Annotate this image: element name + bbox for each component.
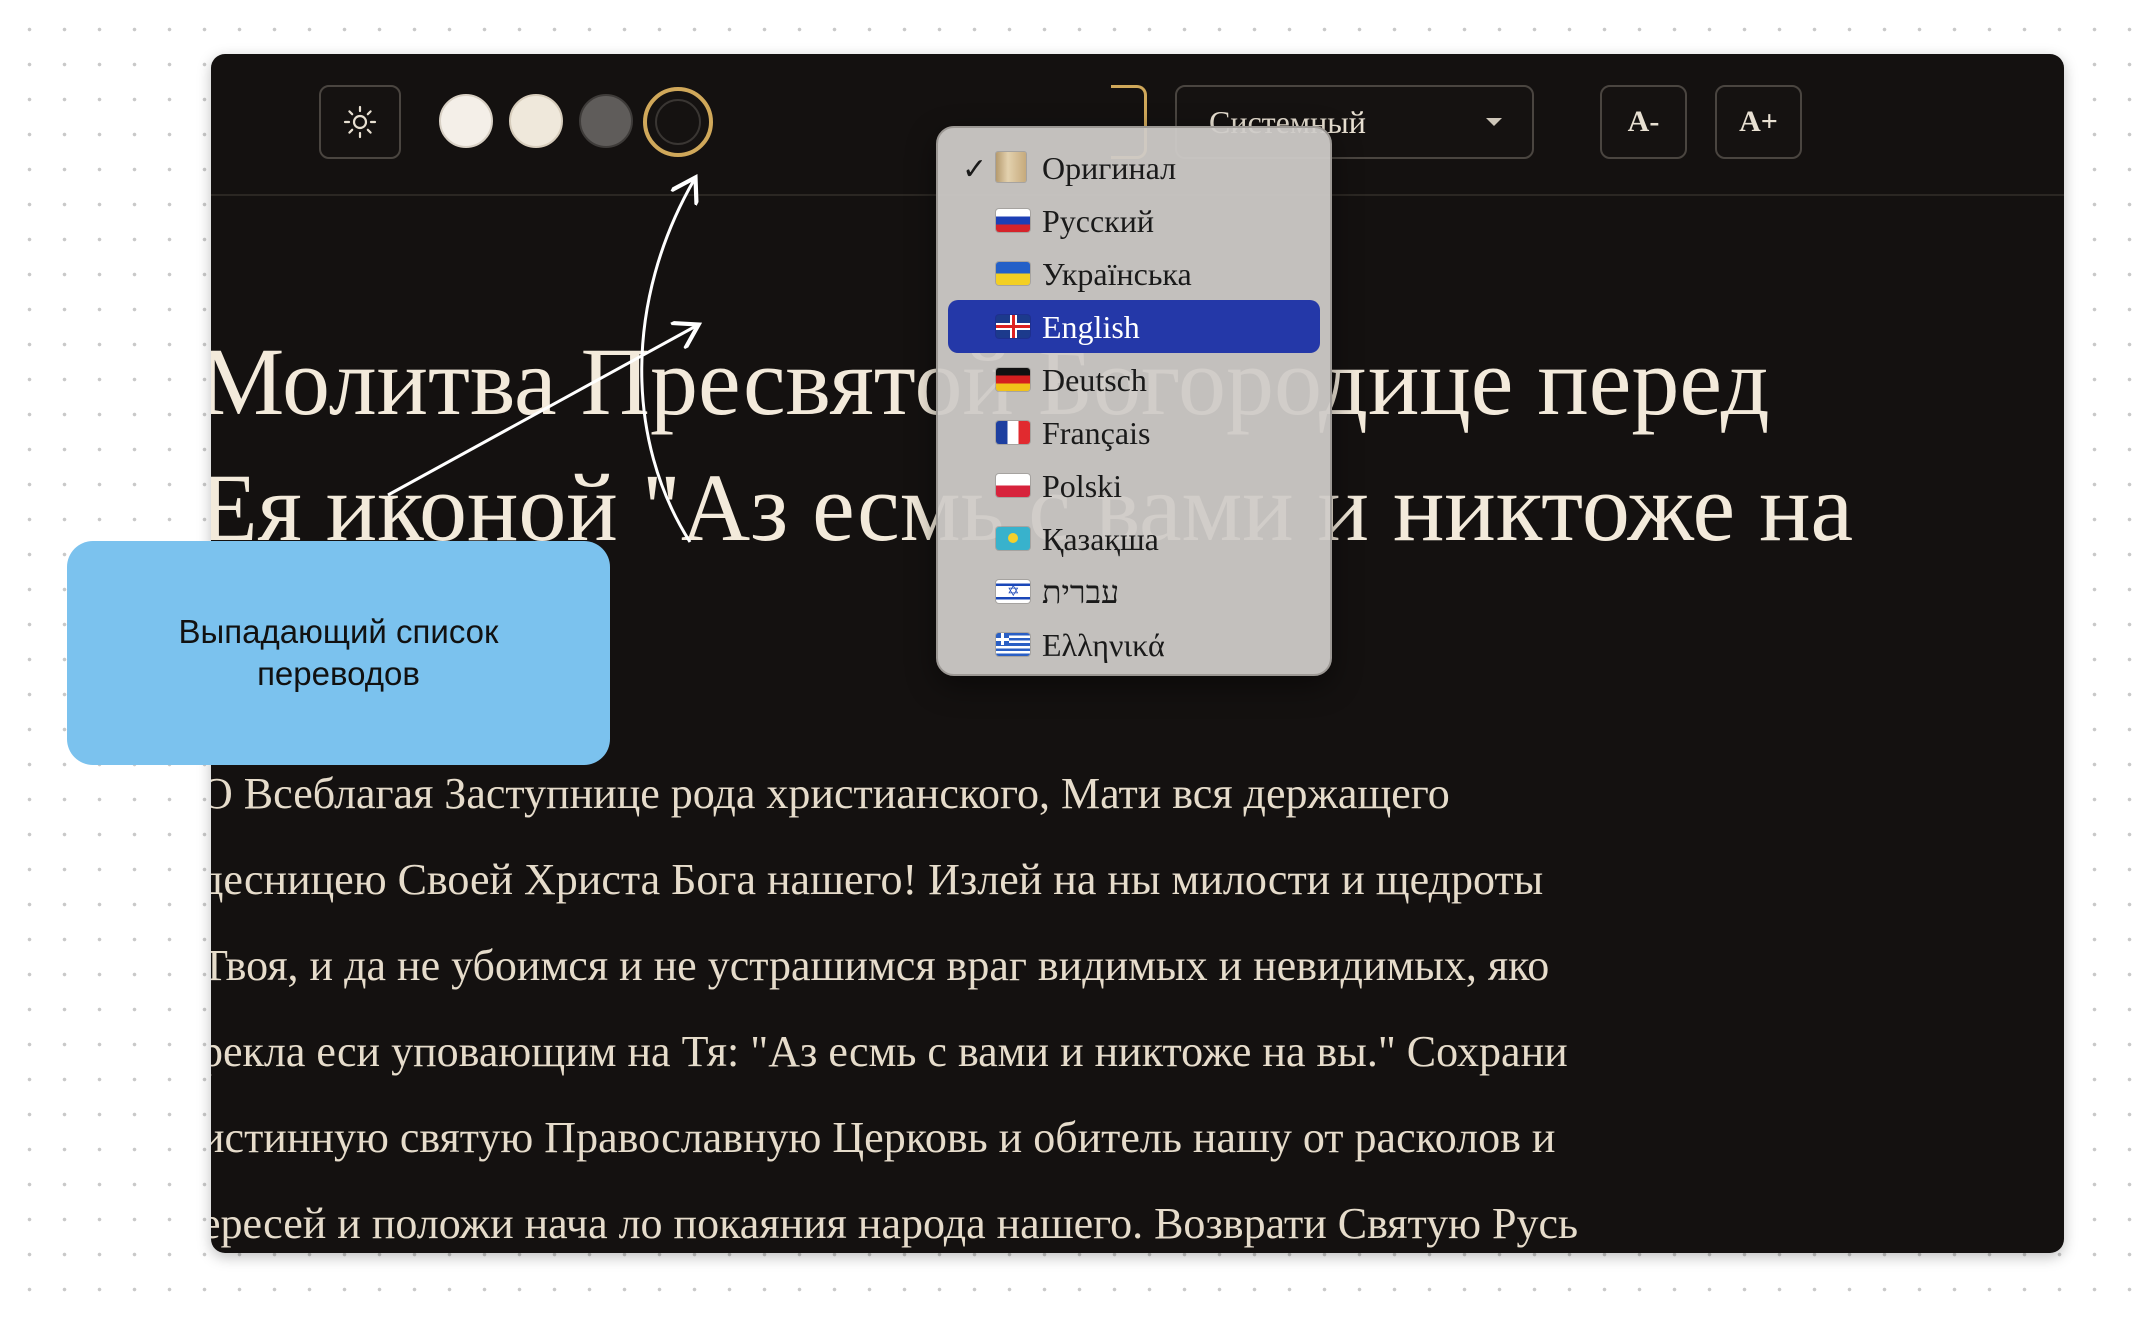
translation-option-french[interactable]: Français bbox=[948, 406, 1320, 459]
flag-il-icon bbox=[996, 580, 1030, 603]
translation-option-english[interactable]: English bbox=[948, 300, 1320, 353]
translation-option-label: Қазақша bbox=[1042, 521, 1159, 557]
translation-option-german[interactable]: Deutsch bbox=[948, 353, 1320, 406]
translation-option-label: Ελληνικά bbox=[1042, 627, 1165, 663]
translation-option-label: Русский bbox=[1042, 203, 1154, 239]
translation-option-label: Deutsch bbox=[1042, 362, 1147, 398]
translation-option-russian[interactable]: Русский bbox=[948, 194, 1320, 247]
prayer-text-line: истинную святую Православную Церковь и о… bbox=[211, 1113, 1556, 1162]
translation-option-polish[interactable]: Polski bbox=[948, 459, 1320, 512]
theme-toggle-button[interactable] bbox=[319, 85, 401, 159]
annotation-callout-text: Выпадающий список переводов bbox=[178, 613, 499, 692]
flag-fr-icon bbox=[996, 421, 1030, 444]
font-decrease-button[interactable]: A- bbox=[1600, 85, 1687, 159]
prayer-text-line: ересей и положи нача ло покаяния народа … bbox=[211, 1199, 1579, 1248]
translation-option-label: Оригинал bbox=[1042, 150, 1177, 186]
prayer-text-line: Твоя, и да не убоимся и не устрашимся вр… bbox=[211, 941, 1550, 990]
translation-option-label: Polski bbox=[1042, 468, 1123, 504]
translation-dropdown-menu: ✓ Оригинал Русский Українська English De… bbox=[936, 126, 1332, 676]
translation-option-hebrew[interactable]: עברית bbox=[948, 565, 1320, 618]
translation-option-original[interactable]: ✓ Оригинал bbox=[948, 141, 1320, 194]
flag-ru-icon bbox=[996, 209, 1030, 232]
flag-kz-icon bbox=[996, 527, 1030, 550]
flag-de-icon bbox=[996, 368, 1030, 391]
theme-swatch-light[interactable] bbox=[439, 94, 493, 148]
scroll-icon bbox=[996, 152, 1026, 182]
prayer-text-line: О Всеблагая Заступнице рода христианског… bbox=[211, 769, 1450, 818]
annotation-callout: Выпадающий список переводов bbox=[67, 541, 610, 765]
prayer-text-line: десницею Своей Христа Бога нашего! Излей… bbox=[211, 855, 1544, 904]
theme-swatch-gray[interactable] bbox=[579, 94, 633, 148]
translation-option-label: Français bbox=[1042, 415, 1151, 451]
font-increase-button[interactable]: A+ bbox=[1715, 85, 1802, 159]
prayer-text-line: рекла еси уповающим на Тя: "Аз есмь с ва… bbox=[211, 1027, 1568, 1076]
translation-option-label: English bbox=[1042, 309, 1140, 345]
flag-pl-icon bbox=[996, 474, 1030, 497]
flag-ua-icon bbox=[996, 262, 1030, 285]
translation-option-label: Українська bbox=[1042, 256, 1192, 292]
flag-gb-icon bbox=[996, 315, 1030, 338]
translation-option-ukrainian[interactable]: Українська bbox=[948, 247, 1320, 300]
sun-icon bbox=[343, 105, 377, 139]
theme-swatch-sepia[interactable] bbox=[509, 94, 563, 148]
chevron-down-icon bbox=[1486, 118, 1502, 126]
translation-option-label: עברית bbox=[1042, 574, 1120, 610]
flag-gr-icon bbox=[996, 633, 1030, 656]
checkmark-icon: ✓ bbox=[962, 152, 988, 187]
theme-swatch-dark-selected[interactable] bbox=[643, 87, 713, 157]
translation-option-kazakh[interactable]: Қазақша bbox=[948, 512, 1320, 565]
translation-option-greek[interactable]: Ελληνικά bbox=[948, 618, 1320, 671]
